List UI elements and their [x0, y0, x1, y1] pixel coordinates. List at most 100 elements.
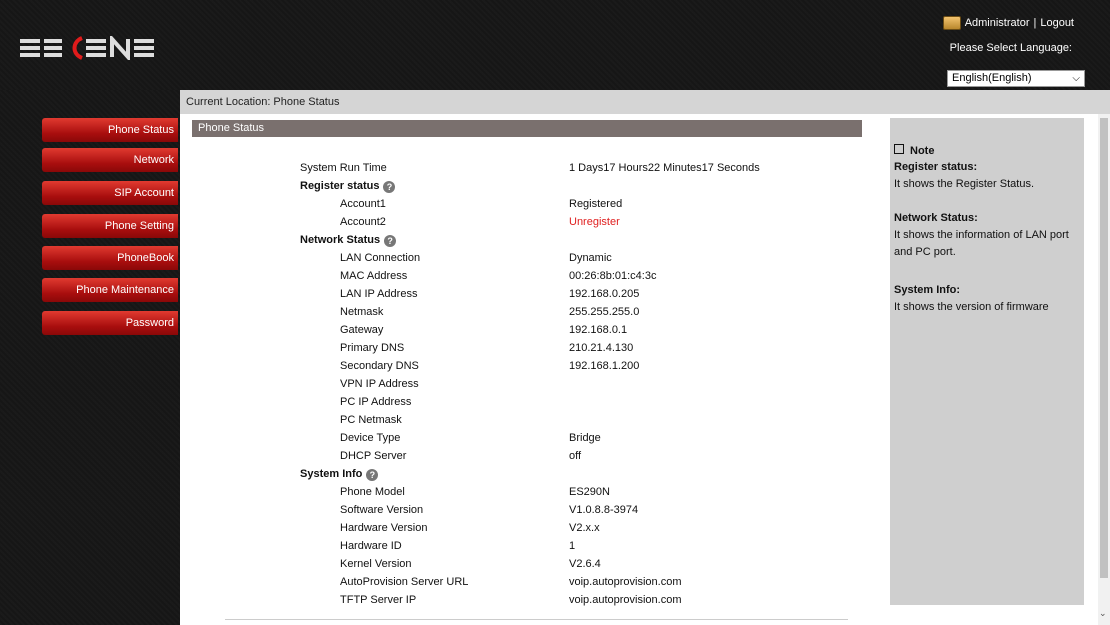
- status-row: Secondary DNS 192.168.1.200: [340, 357, 860, 375]
- status-row: Hardware ID 1: [340, 537, 860, 555]
- row-value: Dynamic: [569, 252, 612, 264]
- row-label: PC Netmask: [340, 414, 402, 426]
- scrollbar-thumb[interactable]: [1100, 118, 1108, 578]
- chevron-down-icon: ⌵: [1072, 73, 1080, 84]
- section-register-status: Register status?: [300, 177, 396, 195]
- breadcrumb: Current Location: Phone Status: [180, 90, 1110, 114]
- language-selected: English(English): [952, 72, 1032, 84]
- row-value: Registered: [569, 198, 623, 210]
- row-value: 192.168.0.205: [569, 288, 640, 300]
- note-register-heading: Register status:: [894, 161, 978, 173]
- row-value: Bridge: [569, 432, 601, 444]
- username: Administrator: [964, 17, 1030, 29]
- status-row: Device Type Bridge: [340, 429, 860, 447]
- user-icon: [942, 16, 961, 30]
- row-value: 210.21.4.130: [569, 342, 634, 354]
- help-icon[interactable]: ?: [366, 469, 379, 481]
- status-row: PC IP Address: [340, 393, 860, 411]
- row-label: Gateway: [340, 324, 384, 336]
- scroll-down-icon[interactable]: ⌄: [1099, 608, 1107, 619]
- status-row: Kernel Version V2.6.4: [340, 555, 860, 573]
- status-row: AutoProvision Server URL voip.autoprovisi…: [340, 573, 860, 591]
- row-label: Primary DNS: [340, 342, 405, 354]
- note-panel: Note Register status: It shows the Regis…: [890, 118, 1084, 605]
- status-row: DHCP Server off: [340, 447, 860, 465]
- row-value: 00:26:8b:01:c4:3c: [569, 270, 657, 282]
- status-row: MAC Address 00:26:8b:01:c4:3c: [340, 267, 860, 285]
- row-value: V2.6.4: [569, 558, 601, 570]
- status-row: System Run Time 1 Days17 Hours22 Minutes…: [300, 159, 860, 177]
- sidebar-item-phonebook[interactable]: PhoneBook: [42, 246, 178, 270]
- row-value: voip.autoprovision.com: [569, 594, 682, 606]
- row-label: Software Version: [340, 504, 424, 516]
- status-row: Gateway 192.168.0.1: [340, 321, 860, 339]
- note-square-icon: [894, 144, 904, 154]
- status-row: TFTP Server IP voip.autoprovision.com: [340, 591, 860, 609]
- sidebar-item-sip-account[interactable]: SIP Account: [42, 181, 178, 205]
- note-network-heading: Network Status:: [894, 212, 978, 224]
- language-label: Please Select Language:: [949, 42, 1072, 54]
- note-header: Note: [894, 144, 934, 157]
- row-value: 255.255.255.0: [569, 306, 640, 318]
- row-label: DHCP Server: [340, 450, 407, 462]
- section-title: System Info: [300, 468, 363, 480]
- top-header: Administrator | Logout Please Select Lan…: [0, 0, 1110, 90]
- section-title: Register status: [300, 180, 380, 192]
- row-value-unregister: Unregister: [569, 216, 620, 228]
- language-select[interactable]: English(English) ⌵: [947, 70, 1085, 87]
- status-row: VPN IP Address: [340, 375, 860, 393]
- row-label: LAN Connection: [340, 252, 421, 264]
- row-label: Kernel Version: [340, 558, 412, 570]
- row-label: System Run Time: [300, 162, 387, 174]
- status-row: Phone Model ES290N: [340, 483, 860, 501]
- sidebar-item-password[interactable]: Password: [42, 311, 178, 335]
- status-row: LAN Connection Dynamic: [340, 249, 860, 267]
- panel-header: Phone Status: [192, 120, 862, 137]
- status-row: Netmask 255.255.255.0: [340, 303, 860, 321]
- vertical-scrollbar[interactable]: ⌄: [1098, 114, 1110, 625]
- row-value: 192.168.0.1: [569, 324, 628, 336]
- sidebar-item-phone-status[interactable]: Phone Status: [42, 118, 178, 142]
- row-value: V1.0.8.8-3974: [569, 504, 639, 516]
- section-title: Network Status: [300, 234, 381, 246]
- row-label: Device Type: [340, 432, 401, 444]
- status-row: PC Netmask: [340, 411, 860, 429]
- panel-title: Phone Status: [198, 122, 265, 134]
- row-label: VPN IP Address: [340, 378, 419, 390]
- sidebar-item-phone-maintenance[interactable]: Phone Maintenance: [42, 278, 178, 302]
- note-title: Note: [910, 145, 935, 157]
- row-label: Netmask: [340, 306, 384, 318]
- status-row: Account1 Registered: [340, 195, 860, 213]
- section-network-status: Network Status?: [300, 231, 397, 249]
- row-label: PC IP Address: [340, 396, 412, 408]
- row-label: MAC Address: [340, 270, 408, 282]
- divider: [225, 619, 848, 620]
- separator: |: [1033, 17, 1037, 29]
- escene-logo: [20, 36, 154, 60]
- row-value: off: [569, 450, 582, 462]
- note-system-text: It shows the version of firmware: [894, 301, 1049, 313]
- status-row: Primary DNS 210.21.4.130: [340, 339, 860, 357]
- status-row: Software Version V1.0.8.8-3974: [340, 501, 860, 519]
- row-label: Account2: [340, 216, 386, 228]
- help-icon[interactable]: ?: [383, 181, 396, 193]
- row-label: Hardware ID: [340, 540, 402, 552]
- row-value: 1 Days17 Hours22 Minutes17 Seconds: [569, 162, 760, 174]
- row-value: 1: [569, 540, 576, 552]
- breadcrumb-text: Current Location: Phone Status: [186, 96, 340, 108]
- sidebar-item-phone-setting[interactable]: Phone Setting: [42, 214, 178, 238]
- status-row: LAN IP Address 192.168.0.205: [340, 285, 860, 303]
- logout-link[interactable]: Logout: [1040, 17, 1074, 29]
- status-row: Account2 Unregister: [340, 213, 860, 231]
- row-label: Account1: [340, 198, 386, 210]
- help-icon[interactable]: ?: [384, 235, 397, 247]
- row-label: LAN IP Address: [340, 288, 418, 300]
- section-system-info: System Info?: [300, 465, 379, 483]
- sidebar: Phone Status Network SIP Account Phone S…: [0, 90, 180, 625]
- note-network-text: It shows the information of LAN port and…: [894, 229, 1069, 258]
- user-bar: Administrator | Logout: [942, 16, 1074, 30]
- row-value: voip.autoprovision.com: [569, 576, 682, 588]
- row-label: Phone Model: [340, 486, 405, 498]
- row-label: Hardware Version: [340, 522, 428, 534]
- sidebar-item-network[interactable]: Network: [42, 148, 178, 172]
